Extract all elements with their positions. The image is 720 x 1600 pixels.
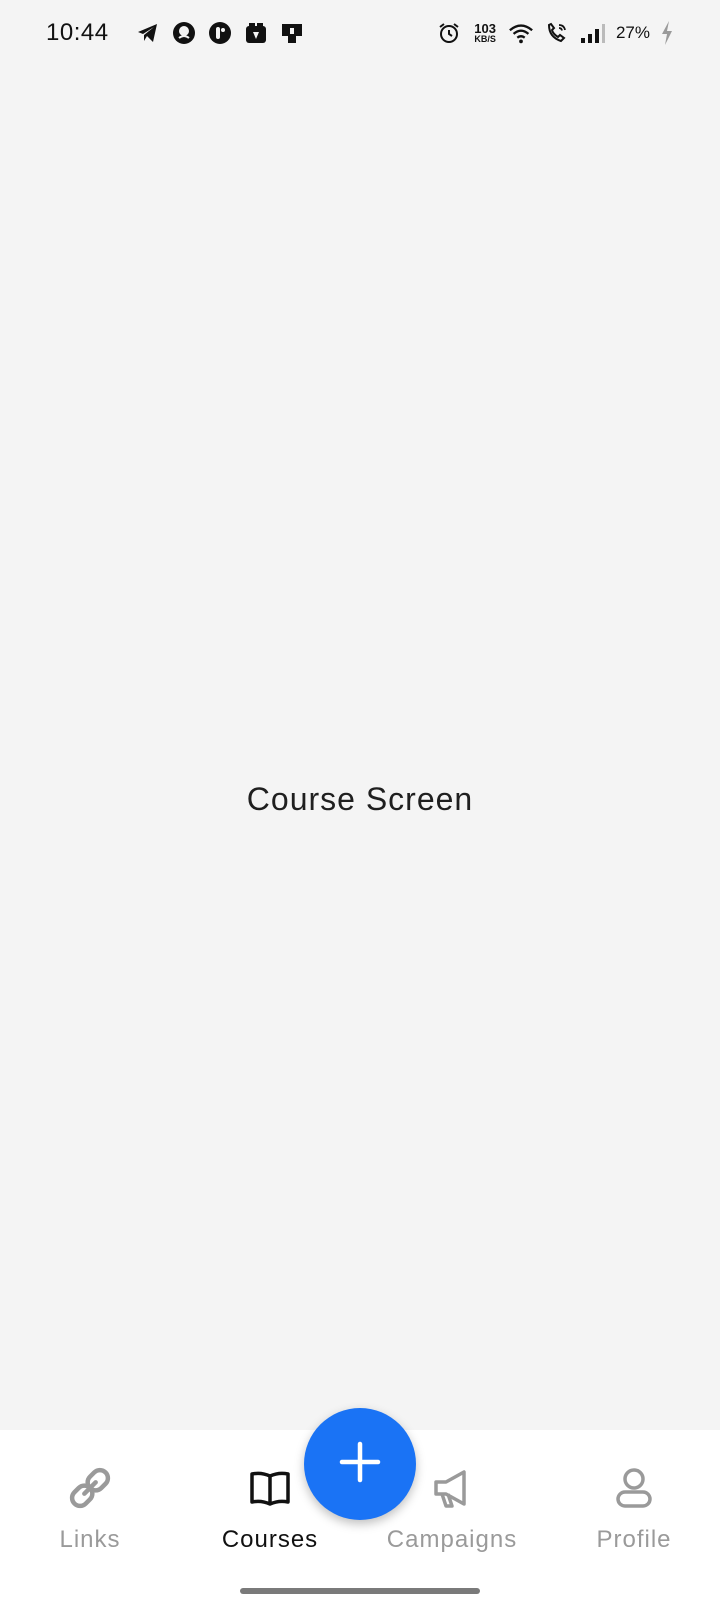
nav-label-profile: Profile: [596, 1526, 672, 1553]
battery-percentage: 27%: [615, 23, 650, 42]
telegram-icon: [135, 20, 161, 46]
app-icon-2: [207, 20, 233, 46]
add-button[interactable]: [304, 1408, 416, 1520]
notification-icons: [135, 20, 305, 46]
nav-item-links[interactable]: Links: [0, 1430, 180, 1570]
nav-label-campaigns: Campaigns: [386, 1526, 518, 1553]
status-time: 10:44: [46, 19, 109, 46]
nav-label-links: Links: [59, 1526, 121, 1553]
link-icon: [64, 1462, 116, 1514]
app-icon-1: [171, 20, 197, 46]
status-bar: 10:44 103 KB/S 27%: [0, 0, 720, 66]
megaphone-icon: [426, 1462, 478, 1514]
app-icon-4: [279, 20, 305, 46]
plus-icon: [338, 1440, 382, 1489]
nav-label-courses: Courses: [221, 1526, 319, 1553]
wifi-call-icon: [544, 20, 570, 46]
screen-title: Course Screen: [246, 781, 474, 817]
book-icon: [244, 1462, 296, 1514]
charging-icon: [660, 20, 674, 46]
wifi-icon: [508, 20, 534, 46]
person-icon: [608, 1462, 660, 1514]
app-icon-3: [243, 20, 269, 46]
course-screen: Course Screen: [0, 66, 720, 1430]
home-indicator[interactable]: [240, 1588, 480, 1594]
signal-icon: [580, 20, 606, 46]
nav-item-profile[interactable]: Profile: [544, 1430, 720, 1570]
network-speed: 103 KB/S: [474, 22, 496, 44]
system-icons: 103 KB/S 27%: [436, 20, 674, 46]
network-speed-unit: KB/S: [474, 34, 496, 44]
alarm-icon: [436, 20, 462, 46]
